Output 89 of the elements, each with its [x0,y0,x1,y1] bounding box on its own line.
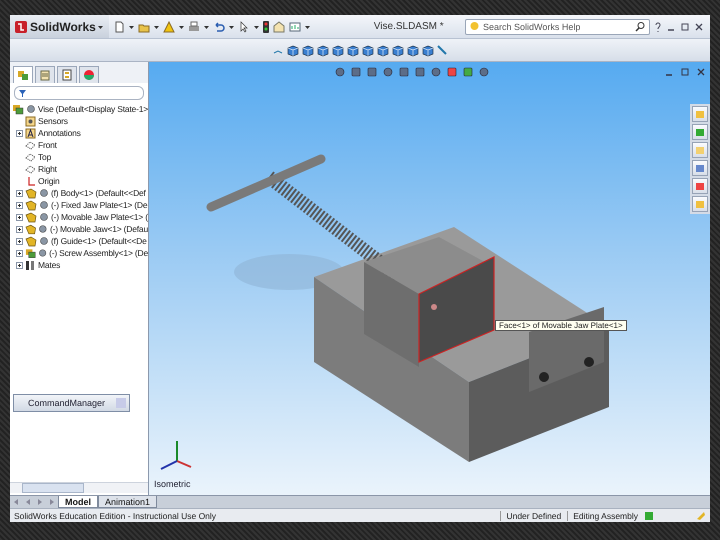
filter-field[interactable] [14,86,144,100]
graphics-viewport[interactable]: Face<1> of Movable Jaw Plate<1> Isometric [149,62,710,495]
view-cube-icon[interactable] [346,44,359,56]
tree-item[interactable]: (-) Screw Assembly<1> (De [49,248,148,258]
options-icon[interactable] [288,20,301,32]
expand-toggle[interactable] [16,226,23,232]
tree-item[interactable]: (-) Movable Jaw<1> (Defau [50,224,148,234]
plane-icon [25,164,36,174]
configuration-icon[interactable] [61,68,73,80]
part-icon [25,200,37,210]
plane-icon [25,152,36,162]
square-icon [115,397,127,409]
mates-icon [25,260,36,270]
undo-icon[interactable] [212,20,225,32]
search-input[interactable]: Search SolidWorks Help [483,22,632,32]
new-document-icon[interactable] [112,20,125,32]
property-manager-icon[interactable] [39,68,51,80]
logo-icon [14,20,28,34]
command-manager-button[interactable]: CommandManager [13,394,130,412]
app-logo[interactable]: SolidWorks [10,15,109,38]
feature-tree-icon[interactable] [17,68,29,80]
view-cube-icon[interactable] [421,44,434,56]
status-message: SolidWorks Education Edition - Instructional Use Only [14,510,216,520]
component-state-icon [26,104,36,114]
tree-item[interactable]: Right [38,164,57,174]
select-pointer-icon[interactable] [238,20,250,32]
task-pane-tab[interactable] [692,178,708,194]
part-icon [24,224,36,234]
app-name: SolidWorks [30,20,96,34]
annotations-icon [25,128,36,138]
expand-toggle[interactable] [16,190,23,196]
restore-icon[interactable] [680,20,690,32]
view-cube-icon[interactable] [301,44,314,56]
last-icon [49,498,55,506]
model-tab[interactable]: Animation1 [98,496,158,508]
tree-item[interactable]: Sensors [38,116,68,126]
model-tab[interactable]: Model [58,496,98,508]
view-cube-icon[interactable] [361,44,374,56]
part-icon [25,236,37,246]
task-pane-tab[interactable] [692,124,708,140]
panel-tab[interactable] [35,66,55,82]
tree-item[interactable]: Origin [38,176,60,186]
view-cube-icon[interactable] [286,44,299,56]
view-cube-icon[interactable] [376,44,389,56]
tree-item[interactable]: (-) Fixed Jaw Plate<1> (De [51,200,148,210]
close-icon[interactable] [696,66,706,78]
next-icon [37,498,43,506]
tree-item[interactable]: (f) Guide<1> (Default<<De [51,236,147,246]
view-cube-icon[interactable] [316,44,329,56]
link-views-icon[interactable] [436,44,448,56]
first-icon [13,498,19,506]
display-manager-icon[interactable] [83,68,95,80]
tooltip: Face<1> of Movable Jaw Plate<1> [495,320,627,331]
sensors-icon [25,116,36,126]
expand-toggle[interactable] [16,202,23,208]
tree-item[interactable]: Front [38,140,57,150]
tree-item[interactable]: Mates [38,260,60,270]
search-field[interactable]: Search SolidWorks Help [465,18,650,34]
horizontal-scrollbar[interactable] [10,482,148,493]
expand-toggle[interactable] [16,214,23,220]
tree-item[interactable]: Top [38,152,52,162]
window-title: Vise.SLDASM * [374,21,445,32]
restore-icon[interactable] [680,66,690,78]
expand-toggle[interactable] [16,130,23,136]
view-cube-icon[interactable] [406,44,419,56]
view-orientation-label: Isometric [154,479,191,489]
close-icon[interactable] [694,20,704,32]
previous-icon [25,498,31,506]
plane-icon [25,140,36,150]
view-cube-icon[interactable] [391,44,404,56]
tree-item[interactable]: (-) Movable Jaw Plate<1> ( [51,212,148,222]
tree-item[interactable]: Annotations [38,128,81,138]
expand-toggle[interactable] [16,262,23,268]
tree-item[interactable]: Vise (Default<Display State-1> [38,104,148,114]
part-icon [25,188,37,198]
view-cube-icon[interactable] [331,44,344,56]
status-field: Editing Assembly [567,510,638,520]
part-icon [25,212,37,222]
tree-item[interactable]: (f) Body<1> (Default<<Def [51,188,146,198]
task-pane-tab[interactable] [692,160,708,176]
expand-toggle[interactable] [16,238,23,244]
expand-toggle[interactable] [16,250,23,256]
print-icon[interactable] [188,20,200,32]
traffic-light-icon[interactable] [262,20,269,32]
assembly-icon [12,104,24,114]
search-icon[interactable] [635,21,646,32]
assembly-icon [24,248,36,258]
panel-tab[interactable] [57,66,77,82]
status-field: Under Defined [500,510,562,520]
